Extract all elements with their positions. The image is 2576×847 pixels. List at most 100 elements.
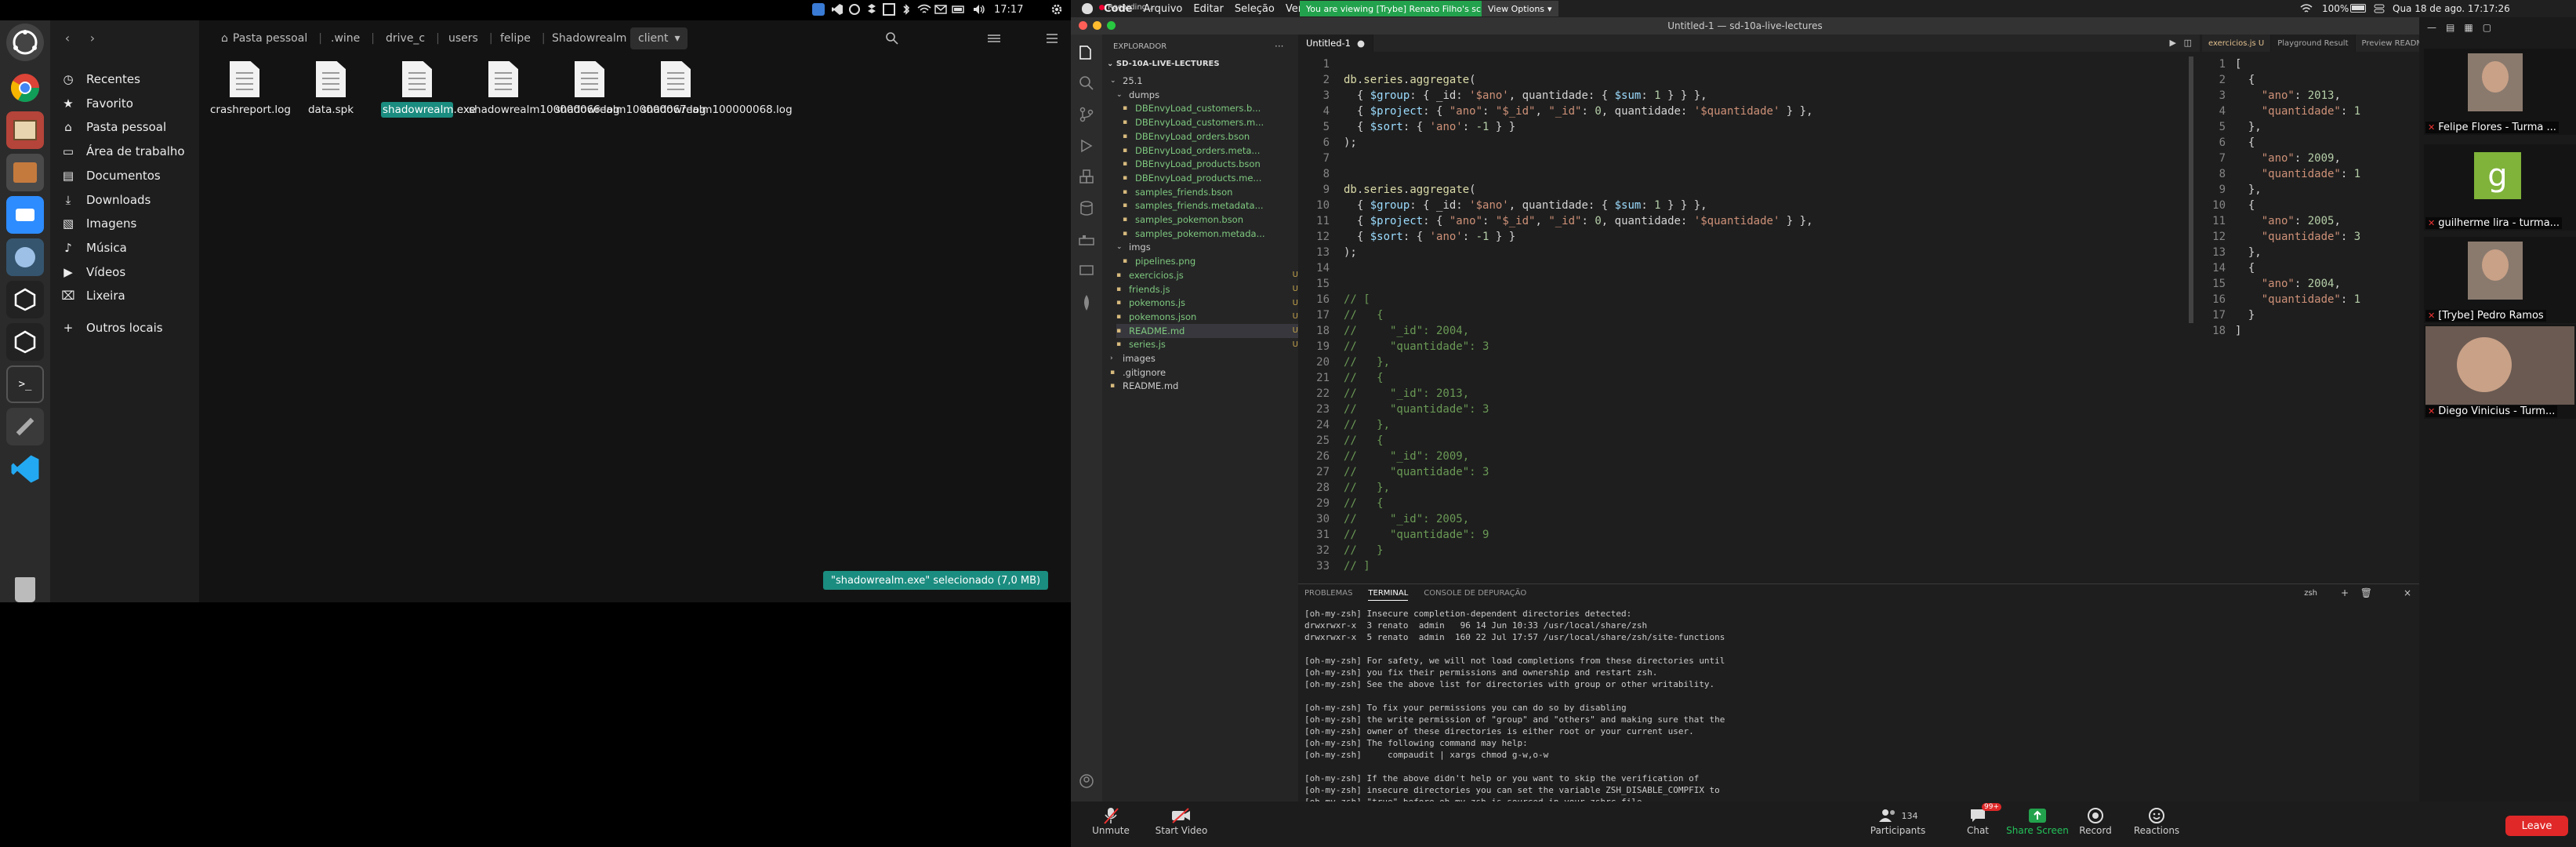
explorer-files-icon[interactable] bbox=[1077, 42, 1096, 61]
tree-file[interactable]: ▪samples_pokemon.metada...U bbox=[1123, 227, 1311, 241]
tree-file[interactable]: ▪ .gitignore bbox=[1110, 365, 1298, 380]
participant-tile[interactable]: ✕ Diego Vinicius - Turm... bbox=[2424, 325, 2576, 419]
volume-icon[interactable] bbox=[972, 3, 986, 16]
workspace-header[interactable]: ⌄ SD-10A-LIVE-LECTURES bbox=[1107, 60, 1220, 68]
display-tray-icon[interactable] bbox=[883, 3, 895, 16]
tools-icon[interactable] bbox=[6, 408, 44, 445]
split-editor-icon[interactable]: ◫ bbox=[2184, 38, 2192, 48]
more-actions-icon[interactable]: ··· bbox=[1275, 41, 1283, 52]
wifi-icon[interactable] bbox=[917, 3, 931, 16]
battery-percent[interactable]: 100% bbox=[2322, 3, 2349, 14]
tree-file[interactable]: ▪DBEnvyLoad_products.me...U bbox=[1123, 171, 1311, 185]
account-icon[interactable] bbox=[1077, 772, 1096, 791]
menu-icon[interactable] bbox=[1044, 31, 1060, 46]
leave-button[interactable]: Leave bbox=[2505, 816, 2568, 836]
game-icon[interactable] bbox=[6, 238, 44, 276]
start-video-button[interactable]: Start Video bbox=[1146, 806, 1217, 836]
panel-tab[interactable]: CONSOLE DE DEPURAÇÃO bbox=[1424, 589, 1526, 601]
file-item[interactable]: data.spk bbox=[295, 61, 367, 118]
mail-tray-icon[interactable] bbox=[934, 3, 947, 16]
breadcrumb-item[interactable]: users | bbox=[448, 27, 493, 49]
file-item[interactable]: crashreport.log bbox=[209, 61, 291, 118]
sidebar-item[interactable]: ▶ Vídeos bbox=[60, 260, 193, 284]
tree-file[interactable]: ▪ pokemons.json U bbox=[1116, 310, 1304, 324]
sidebar-item[interactable]: ▭ Área de trabalho bbox=[60, 140, 193, 163]
search-icon[interactable] bbox=[1077, 74, 1096, 93]
terminal-shell-select[interactable]: zsh bbox=[2304, 589, 2317, 598]
trash-icon[interactable]: 🗑 bbox=[2360, 587, 2372, 598]
control-center-icon[interactable] bbox=[2374, 3, 2385, 14]
participant-tile[interactable]: ✕ [Trybe] Pedro Ramos bbox=[2424, 237, 2576, 323]
file-item[interactable]: shadowrealm100000068.log bbox=[640, 61, 793, 118]
sidebar-item[interactable]: ♪ Música bbox=[60, 236, 193, 260]
database-icon[interactable] bbox=[1077, 199, 1096, 218]
run-debug-icon[interactable] bbox=[1077, 136, 1096, 155]
breadcrumb-item[interactable]: drive_c | bbox=[386, 27, 440, 49]
new-terminal-icon[interactable]: + bbox=[2341, 587, 2349, 598]
docker-icon[interactable] bbox=[1077, 231, 1096, 249]
sidebar-item[interactable]: ◷ Recentes bbox=[60, 67, 193, 91]
gallery-icon[interactable]: ▤ bbox=[2446, 22, 2454, 33]
result-tab[interactable]: Preview README.md bbox=[2356, 35, 2420, 52]
tree-file[interactable]: ▪ README.md bbox=[1110, 379, 1298, 393]
file-item[interactable]: shadowrealm.exe bbox=[381, 61, 476, 118]
speaker-view-icon[interactable]: ▢ bbox=[2483, 22, 2491, 33]
participant-tile[interactable]: ✕ Felipe Flores - Turma ... bbox=[2424, 49, 2576, 135]
tree-file[interactable]: ▪ friends.js U bbox=[1116, 282, 1304, 296]
sidebar-item[interactable]: ⌂ Pasta pessoal bbox=[60, 115, 193, 139]
record-button[interactable]: Record bbox=[2060, 806, 2131, 836]
menu-item[interactable]: Editar bbox=[1193, 3, 1224, 15]
remote-icon[interactable] bbox=[1077, 262, 1096, 281]
menu-item[interactable]: Seleção bbox=[1235, 3, 1275, 15]
sidebar-item[interactable]: ★ Favorito bbox=[60, 92, 193, 115]
unmute-button[interactable]: Unmute bbox=[1076, 806, 1146, 836]
tree-folder[interactable]: ⌄ 25.1 bbox=[1110, 74, 1298, 88]
breadcrumb-item[interactable]: ⌂ Pasta pessoal | bbox=[221, 27, 322, 49]
tree-file[interactable]: ▪samples_friends.metadata...U bbox=[1123, 198, 1311, 213]
unity-hub-icon[interactable] bbox=[6, 323, 44, 361]
file-item[interactable]: shadowrealm100000066.log bbox=[467, 61, 620, 118]
sidebar-item[interactable]: ▧ Imagens bbox=[60, 212, 193, 235]
terminal-output[interactable]: [oh-my-zsh] Insecure completion-dependen… bbox=[1304, 608, 1725, 808]
date-time[interactable]: Qua 18 de ago. 17:17:26 bbox=[2393, 3, 2510, 14]
extensions-icon[interactable] bbox=[1077, 168, 1096, 187]
grid-icon[interactable]: ▦ bbox=[2464, 22, 2473, 33]
clock[interactable]: 17:17 bbox=[994, 4, 1023, 16]
apple-logo-icon[interactable] bbox=[1082, 3, 1093, 14]
view-options-icon[interactable] bbox=[986, 31, 1002, 46]
forward-arrow-icon[interactable]: › bbox=[85, 30, 100, 45]
tree-file[interactable]: ▪DBEnvyLoad_customers.b...U bbox=[1123, 101, 1311, 115]
tree-file[interactable]: ▪ series.js U bbox=[1116, 337, 1304, 351]
tree-file[interactable]: ▪ exercicios.js U bbox=[1116, 268, 1304, 282]
tree-folder[interactable]: › images bbox=[1110, 351, 1298, 365]
reactions-button[interactable]: Reactions bbox=[2121, 806, 2192, 836]
source-control-icon[interactable] bbox=[1077, 105, 1096, 124]
vscode-icon[interactable] bbox=[6, 450, 44, 488]
panel-tab[interactable]: TERMINAL bbox=[1368, 589, 1409, 601]
search-icon[interactable] bbox=[884, 31, 900, 46]
result-tab[interactable]: Playground Result bbox=[2271, 35, 2356, 52]
bluetooth-icon[interactable] bbox=[900, 3, 912, 16]
editor-scrollbar[interactable] bbox=[2189, 56, 2193, 323]
zoom-app-icon[interactable] bbox=[6, 196, 44, 234]
tree-file[interactable]: ▪DBEnvyLoad_orders.bsonU bbox=[1123, 129, 1311, 144]
tree-file[interactable]: ▪pipelines.pngU bbox=[1123, 254, 1311, 268]
tab-untitled-1[interactable]: Untitled-1 ● bbox=[1298, 35, 1374, 52]
tree-file[interactable]: ▪DBEnvyLoad_orders.meta...U bbox=[1123, 144, 1311, 158]
tree-folder[interactable]: ⌄ dumps bbox=[1116, 88, 1304, 102]
ubuntu-logo-icon[interactable] bbox=[6, 24, 44, 61]
minimize-strip-icon[interactable]: — bbox=[2427, 22, 2436, 33]
tree-file[interactable]: ▪samples_pokemon.bsonU bbox=[1123, 213, 1311, 227]
file-item[interactable]: shadowrealm100000067.log bbox=[553, 61, 706, 118]
tree-file[interactable]: ▪DBEnvyLoad_products.bsonU bbox=[1123, 157, 1311, 171]
chrome-icon[interactable] bbox=[6, 69, 44, 107]
view-options-menu[interactable]: View Options ▾ bbox=[1482, 1, 1558, 16]
result-tab[interactable]: exercicios.js U bbox=[2202, 35, 2272, 52]
tree-file[interactable]: ▪DBEnvyLoad_customers.m...U bbox=[1123, 115, 1311, 129]
zoom-tray-icon[interactable] bbox=[812, 3, 825, 16]
participant-tile[interactable]: g ✕ guilherme lira - turma... bbox=[2424, 144, 2576, 231]
unsaved-dot-icon[interactable]: ● bbox=[1357, 38, 1365, 49]
trash-icon[interactable] bbox=[6, 571, 44, 609]
sidebar-item[interactable]: ⌧ Lixeira bbox=[60, 284, 193, 307]
tree-file[interactable]: ▪ pokemons.js U bbox=[1116, 296, 1304, 310]
